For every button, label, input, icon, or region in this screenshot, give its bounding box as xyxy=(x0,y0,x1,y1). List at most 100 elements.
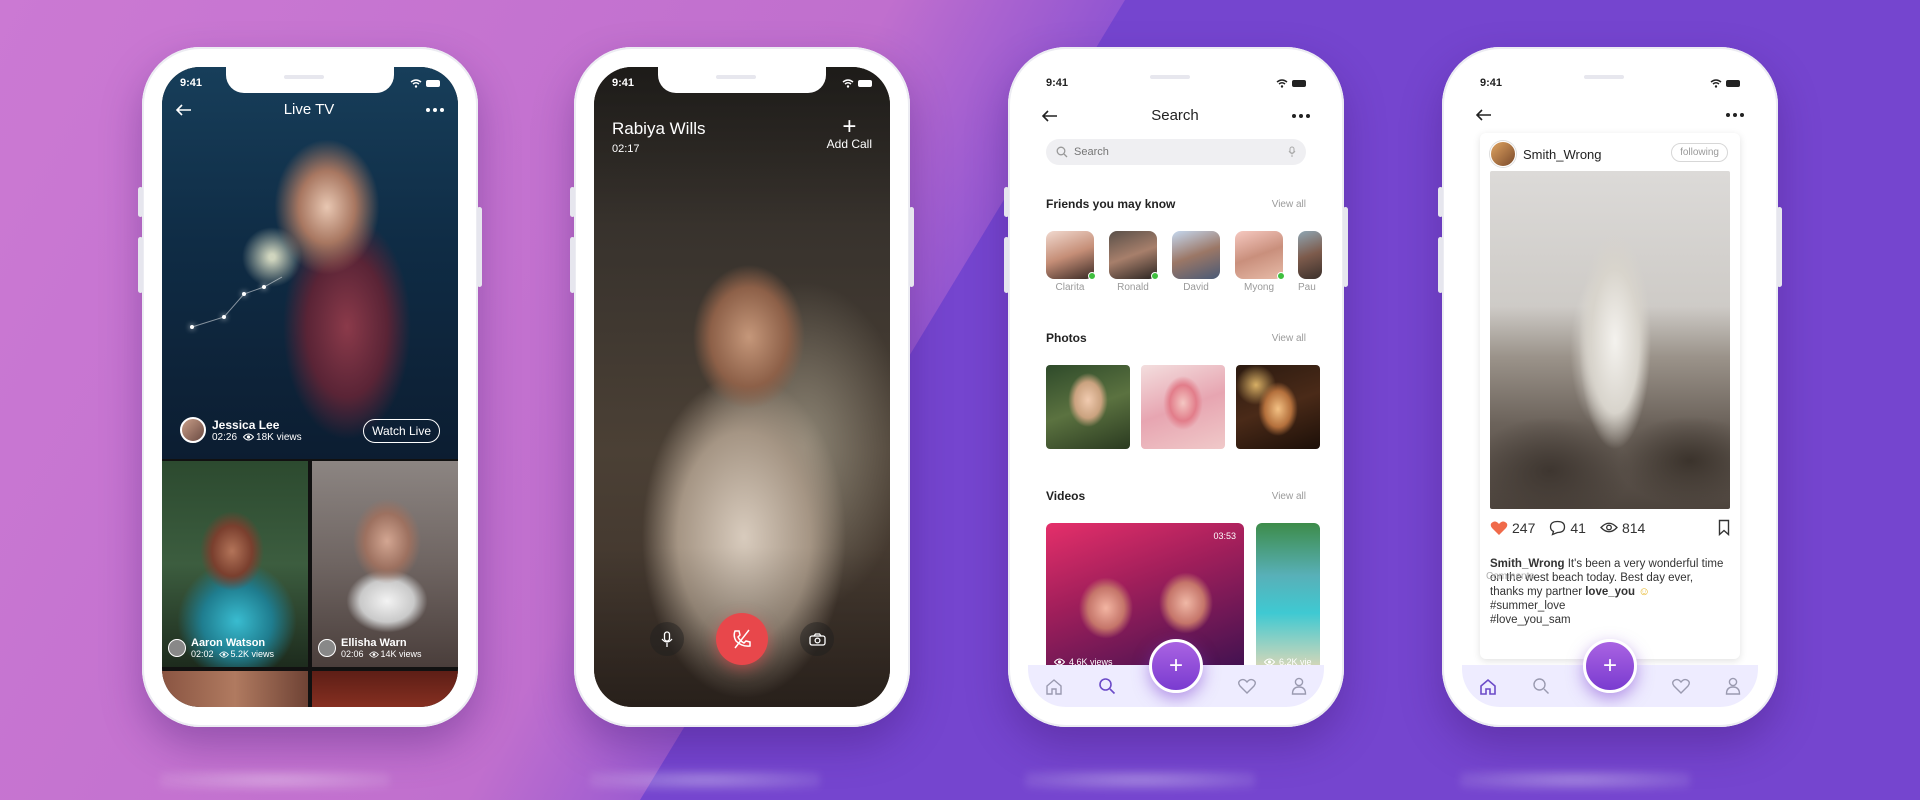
view-all-link[interactable]: View all xyxy=(1272,333,1306,344)
eye-icon xyxy=(243,433,255,441)
video-thumbnail[interactable]: 6.2K vie xyxy=(1256,523,1320,673)
heart-icon[interactable] xyxy=(1238,678,1257,694)
section-title: Friends you may know xyxy=(1046,197,1176,211)
friend-item[interactable]: Ronald xyxy=(1109,231,1159,293)
videos-section-header: Videos View all xyxy=(1046,489,1306,503)
live-tile-ellisha[interactable]: Ellisha Warn 02:06 14K views xyxy=(312,461,458,667)
page-title: Live TV xyxy=(283,101,335,118)
status-time: 9:41 xyxy=(1480,77,1503,89)
heart-icon[interactable] xyxy=(1672,678,1691,694)
bookmark-icon[interactable] xyxy=(1718,519,1730,536)
friend-item[interactable]: David xyxy=(1172,231,1220,293)
hashtag[interactable]: #summer_love xyxy=(1490,599,1730,613)
user-icon[interactable] xyxy=(1291,677,1307,695)
mic-icon xyxy=(661,630,673,647)
plus-icon: + xyxy=(1602,652,1617,679)
heart-icon xyxy=(1490,521,1508,535)
avatar xyxy=(168,639,186,657)
avatar[interactable] xyxy=(180,417,206,443)
mic-icon[interactable] xyxy=(1288,146,1296,158)
create-post-button[interactable]: + xyxy=(1149,639,1203,693)
call-duration: 02:17 xyxy=(612,143,640,155)
friend-item[interactable]: Myong xyxy=(1235,231,1285,293)
reflection xyxy=(1025,770,1255,790)
call-controls xyxy=(594,613,890,665)
comments-count: 41 xyxy=(1570,519,1586,536)
more-icon[interactable] xyxy=(1726,113,1744,117)
post-image[interactable] xyxy=(1490,171,1730,509)
tile-time: 02:02 xyxy=(191,649,214,659)
friends-section-header: Friends you may know View all xyxy=(1046,197,1306,211)
more-icon[interactable] xyxy=(1292,113,1310,118)
live-tile-aaron[interactable]: Aaron Watson 02:02 5.2K views xyxy=(162,461,308,667)
online-indicator xyxy=(1277,272,1285,280)
photo-thumbnail[interactable] xyxy=(1046,365,1130,449)
view-all-link[interactable]: View all xyxy=(1272,199,1306,210)
friend-name: Clarita xyxy=(1055,282,1085,293)
wifi-icon xyxy=(842,78,854,88)
phone-search: 9:41 Search Friends you may know View al… xyxy=(1004,47,1348,727)
search-input[interactable] xyxy=(1074,146,1282,158)
friend-item[interactable]: Clarita xyxy=(1046,231,1096,293)
caption-mention[interactable]: love_you xyxy=(1585,586,1635,598)
live-tile[interactable] xyxy=(162,671,308,707)
search-icon xyxy=(1056,146,1068,158)
home-icon[interactable] xyxy=(1479,678,1497,695)
video-thumbnail[interactable]: 03:53 4.6K views xyxy=(1046,523,1244,673)
back-arrow-icon[interactable] xyxy=(1476,109,1492,121)
battery-icon xyxy=(426,79,440,87)
stream-views: 18K views xyxy=(256,431,302,443)
live-stream-image[interactable] xyxy=(162,67,458,459)
hashtag[interactable]: #love_you_sam xyxy=(1490,613,1730,627)
user-icon[interactable] xyxy=(1725,677,1741,695)
avatar xyxy=(318,639,336,657)
plus-icon: + xyxy=(842,113,857,140)
status-bar: 9:41 xyxy=(1046,77,1306,89)
phone-live-tv: 9:41 Live TV Jessica Lee 02:26 18K views… xyxy=(138,47,482,727)
live-tile[interactable] xyxy=(312,671,458,707)
watch-live-button[interactable]: Watch Live xyxy=(363,419,440,443)
photo-thumbnail[interactable] xyxy=(1141,365,1225,449)
more-icon[interactable] xyxy=(426,107,444,112)
mute-button[interactable] xyxy=(650,622,684,656)
back-arrow-icon[interactable] xyxy=(1042,109,1058,122)
like-button[interactable]: 247 xyxy=(1490,520,1535,536)
camera-button[interactable] xyxy=(800,622,834,656)
tile-name: Ellisha Warn xyxy=(341,637,407,649)
caption-username[interactable]: Smith_Wrong xyxy=(1490,558,1565,570)
post-author[interactable]: Smith_Wrong xyxy=(1490,141,1602,167)
end-call-button[interactable] xyxy=(716,613,768,665)
create-post-button[interactable]: + xyxy=(1583,639,1637,693)
add-call-button[interactable]: + Add Call xyxy=(826,113,872,152)
status-bar: 9:41 xyxy=(1480,77,1740,89)
post-caption: Smith_Wrong It's been a very wonderful t… xyxy=(1490,557,1730,627)
view-all-link[interactable]: View all xyxy=(1272,491,1306,502)
status-time: 9:41 xyxy=(1046,77,1069,89)
call-screen: 9:41 Rabiya Wills 02:17 + Add Call xyxy=(594,67,890,707)
friend-item[interactable]: Pau xyxy=(1298,231,1322,293)
comments-link[interactable]: Comments xyxy=(1486,571,1534,582)
caller-video xyxy=(594,67,890,707)
battery-icon xyxy=(1726,79,1740,87)
following-button[interactable]: following xyxy=(1671,143,1728,162)
search-icon[interactable] xyxy=(1532,677,1550,695)
status-bar: 9:41 xyxy=(612,77,872,89)
status-time: 9:41 xyxy=(612,77,635,89)
search-icon[interactable] xyxy=(1098,677,1116,695)
views-stat: 814 xyxy=(1600,520,1645,536)
comment-button[interactable]: 41 xyxy=(1549,520,1586,536)
live-tv-header: Live TV xyxy=(176,101,444,118)
photos-section-header: Photos View all xyxy=(1046,331,1306,345)
caller-info: Rabiya Wills 02:17 xyxy=(612,119,706,155)
photo-thumbnail[interactable] xyxy=(1236,365,1320,449)
add-call-label: Add Call xyxy=(826,137,872,151)
live-tv-screen: 9:41 Live TV Jessica Lee 02:26 18K views… xyxy=(162,67,458,707)
page-title: Search xyxy=(1151,107,1199,124)
home-icon[interactable] xyxy=(1045,678,1063,695)
post-screen: 9:41 Smith_Wrong following 247 41 814 Sm… xyxy=(1462,67,1758,707)
back-arrow-icon[interactable] xyxy=(176,103,192,116)
search-screen: 9:41 Search Friends you may know View al… xyxy=(1028,67,1324,707)
tile-views: 5.2K views xyxy=(230,649,275,659)
tile-views: 14K views xyxy=(380,649,422,659)
streamer-name: Jessica Lee xyxy=(212,417,280,432)
